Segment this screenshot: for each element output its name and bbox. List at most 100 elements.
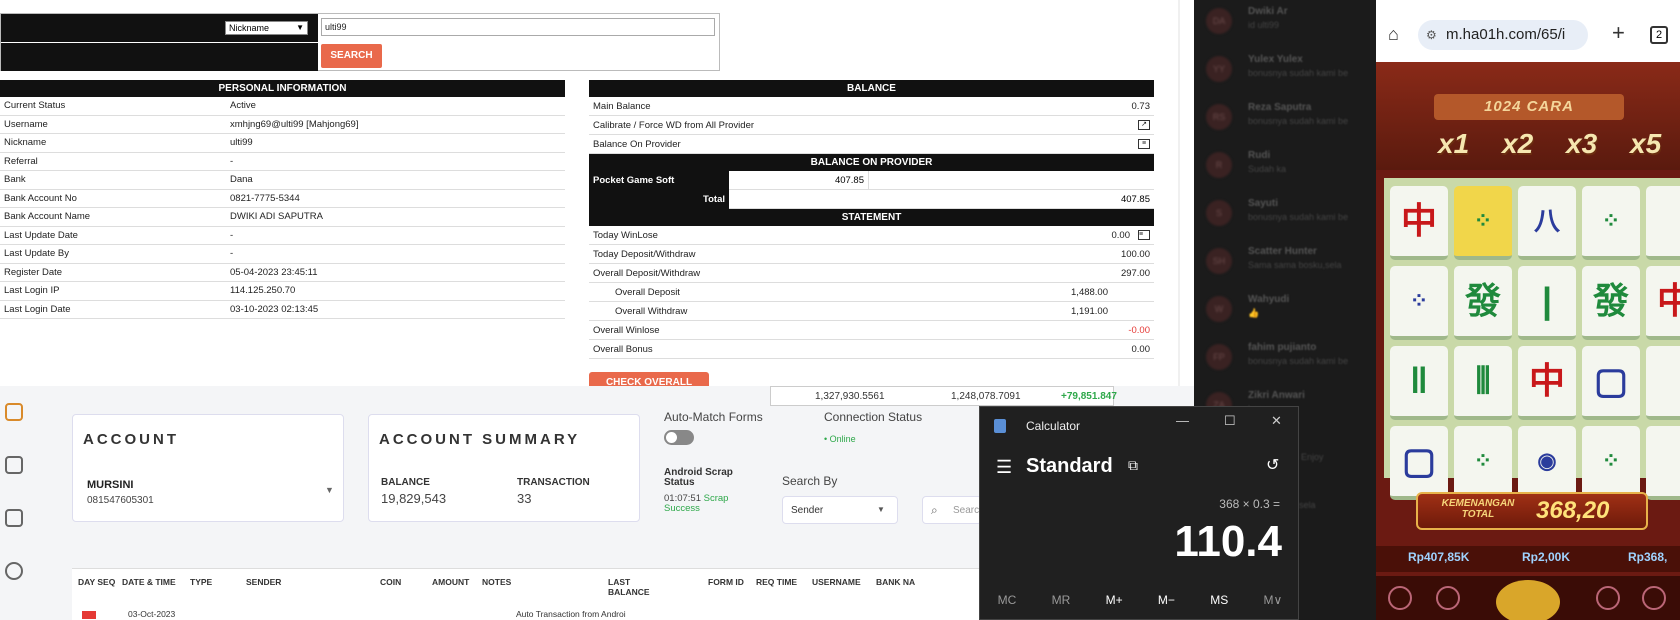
tab-count[interactable]: 2 <box>1650 26 1668 44</box>
chevron-down-icon[interactable]: ▼ <box>325 485 334 495</box>
chat-list-item[interactable]: S Sayuti bonusnya sudah kami be <box>1194 192 1376 240</box>
spin-button[interactable] <box>1496 580 1560 620</box>
check-overall-button[interactable]: CHECK OVERALL <box>589 372 709 386</box>
list-icon[interactable]: ≡ <box>1138 230 1150 240</box>
minimize-icon[interactable]: — <box>1176 413 1189 428</box>
account-summary-card: ACCOUNT SUMMARY BALANCE 19,829,543 TRANS… <box>368 414 640 522</box>
chat-list-item[interactable]: R Rudi Sudah ka <box>1194 144 1376 192</box>
balance-on-provider-row: Balance On Provider ≡ <box>589 135 1154 154</box>
chat-sender: Sayuti <box>1248 198 1279 209</box>
search-button[interactable]: SEARCH <box>321 44 382 68</box>
chat-message: id ulti99 <box>1248 20 1280 30</box>
personal-info-row: Username xmhjng69@ulti99 [Mahjong69] <box>0 116 565 134</box>
table-header-cell[interactable]: BANK NA <box>876 577 915 587</box>
url-field[interactable]: ⚙ m.ha01h.com/65/i <box>1418 20 1588 50</box>
popup-scrollbar[interactable]: ▼ <box>1178 0 1180 386</box>
personal-info-label: Username <box>4 118 48 130</box>
personal-info-label: Register Date <box>4 266 63 278</box>
list-icon[interactable]: ≡ <box>1138 139 1150 149</box>
table-header-cell[interactable]: TYPE <box>190 577 212 587</box>
chevron-down-icon: ▼ <box>296 23 304 32</box>
hamburger-menu-icon[interactable]: ☰ <box>996 457 1012 478</box>
plus-icon[interactable] <box>1596 586 1620 610</box>
new-tab-icon[interactable]: + <box>1612 20 1625 46</box>
provider-total-row: Total 407.85 <box>589 189 1154 209</box>
chevron-down-icon: ▼ <box>877 505 885 514</box>
personal-info-value: 0821-7775-5344 <box>230 192 300 204</box>
first-row-date: 03-Oct-2023 <box>128 609 176 619</box>
personal-info-value: xmhjng69@ulti99 [Mahjong69] <box>230 118 359 130</box>
search-field-select[interactable]: Nickname ▼ <box>225 21 308 35</box>
today-deposit-withdraw-row: Today Deposit/Withdraw 100.00 <box>589 245 1154 264</box>
personal-info-value: 03-10-2023 02:13:45 <box>230 303 319 315</box>
bank-icon[interactable] <box>5 403 23 421</box>
chat-list-item[interactable]: SH Scatter Hunter Sama sama bosku,sela <box>1194 240 1376 288</box>
overall-deposit-row: Overall Deposit 1,488.00 <box>589 283 1154 302</box>
keep-on-top-icon[interactable]: ⧉ <box>1128 457 1138 474</box>
search-by-select[interactable]: Sender ▼ <box>782 496 898 524</box>
chat-list-item[interactable]: DA Dwiki Ar id ulti99 <box>1194 0 1376 48</box>
avatar: RS <box>1206 104 1232 130</box>
table-header-cell[interactable]: NOTES <box>482 577 511 587</box>
game-stats-bar: Rp407,85K Rp2,00K Rp368, <box>1376 546 1680 572</box>
tile-dots: ⁘ <box>1582 426 1640 500</box>
table-header-cell[interactable]: DAY SEQ <box>78 577 115 587</box>
chat-message: Sama sama bosku,sela <box>1248 260 1342 270</box>
memory-key[interactable]: MR <box>1052 593 1071 607</box>
statement-heading: STATEMENT <box>589 209 1154 226</box>
chat-list-item[interactable]: YY Yulex Yulex bonusnya sudah kami be <box>1194 48 1376 96</box>
history-icon[interactable] <box>5 562 23 580</box>
personal-info-label: Last Login IP <box>4 285 60 297</box>
external-link-icon[interactable]: ↗ <box>1138 120 1150 130</box>
users-icon[interactable] <box>5 456 23 474</box>
personal-information-panel: PERSONAL INFORMATION Current Status Activ… <box>0 80 565 319</box>
memory-key[interactable]: M∨ <box>1264 593 1283 607</box>
table-header-cell[interactable]: DATE & TIME <box>122 577 176 587</box>
personal-info-value: 05-04-2023 23:45:11 <box>230 266 318 278</box>
minus-icon[interactable] <box>1436 586 1460 610</box>
personal-info-row: Nickname ulti99 <box>0 134 565 153</box>
chat-list-item[interactable]: FP fahim pujianto bonusnya sudah kami be <box>1194 336 1376 384</box>
chat-message: Sudah ka <box>1248 164 1287 174</box>
turbo-icon[interactable] <box>1388 586 1412 610</box>
overall-bonus-label: Overall Bonus <box>593 343 653 355</box>
auto-match-toggle[interactable] <box>664 430 694 445</box>
maximize-icon[interactable]: ☐ <box>1224 413 1236 429</box>
table-header-cell[interactable]: LAST BALANCE <box>608 577 664 597</box>
table-header-cell[interactable]: FORM ID <box>708 577 744 587</box>
table-header-cell[interactable]: SENDER <box>246 577 281 587</box>
chat-sender: Rudi <box>1248 150 1271 161</box>
search-row-dark: Nickname ▼ <box>1 14 318 42</box>
personal-info-row: Bank Dana <box>0 171 565 190</box>
chat-list-item[interactable]: W Wahyudi 👍 <box>1194 288 1376 336</box>
auto-match-label: Auto-Match Forms <box>664 410 763 424</box>
table-header-cell[interactable]: AMOUNT <box>432 577 469 587</box>
memory-key[interactable]: M+ <box>1106 593 1123 607</box>
search-input[interactable]: ⌕ Search <box>922 496 985 524</box>
personal-info-row: Bank Account No 0821-7775-5344 <box>0 190 565 208</box>
coins-icon[interactable] <box>5 509 23 527</box>
chat-list-item[interactable]: RS Reza Saputra bonusnya sudah kami be <box>1194 96 1376 144</box>
chat-message: 👍 <box>1248 308 1260 318</box>
autoplay-icon[interactable] <box>1642 586 1666 610</box>
tile-red-dragon: 中 <box>1390 186 1448 260</box>
memory-key[interactable]: MS <box>1210 593 1228 607</box>
multiplier-label: x2 <box>1502 128 1534 159</box>
overall-deposit-label: Overall Deposit <box>615 286 680 298</box>
table-header-cell[interactable]: COIN <box>380 577 401 587</box>
table-header-cell[interactable]: USERNAME <box>812 577 861 587</box>
memory-key[interactable]: M− <box>1158 593 1175 607</box>
ways-banner: 1024 CARA <box>1434 94 1624 120</box>
memory-key[interactable]: MC <box>998 593 1017 607</box>
tile-four-dots: ⁘ <box>1390 266 1448 340</box>
total-value: 407.85 <box>1120 193 1150 205</box>
history-icon[interactable]: ↺ <box>1266 455 1279 475</box>
close-icon[interactable]: ✕ <box>1271 413 1282 429</box>
chat-message: bonusnya sudah kami be <box>1248 68 1349 78</box>
search-input[interactable]: ulti99 <box>321 18 715 36</box>
table-header-cell[interactable]: REQ TIME <box>756 577 797 587</box>
avatar: YY <box>1206 56 1232 82</box>
overall-winlose-row: Overall Winlose -0.00 <box>589 321 1154 340</box>
tile-red-dragon: 中 <box>1518 346 1576 420</box>
home-icon[interactable]: ⌂ <box>1388 24 1399 45</box>
